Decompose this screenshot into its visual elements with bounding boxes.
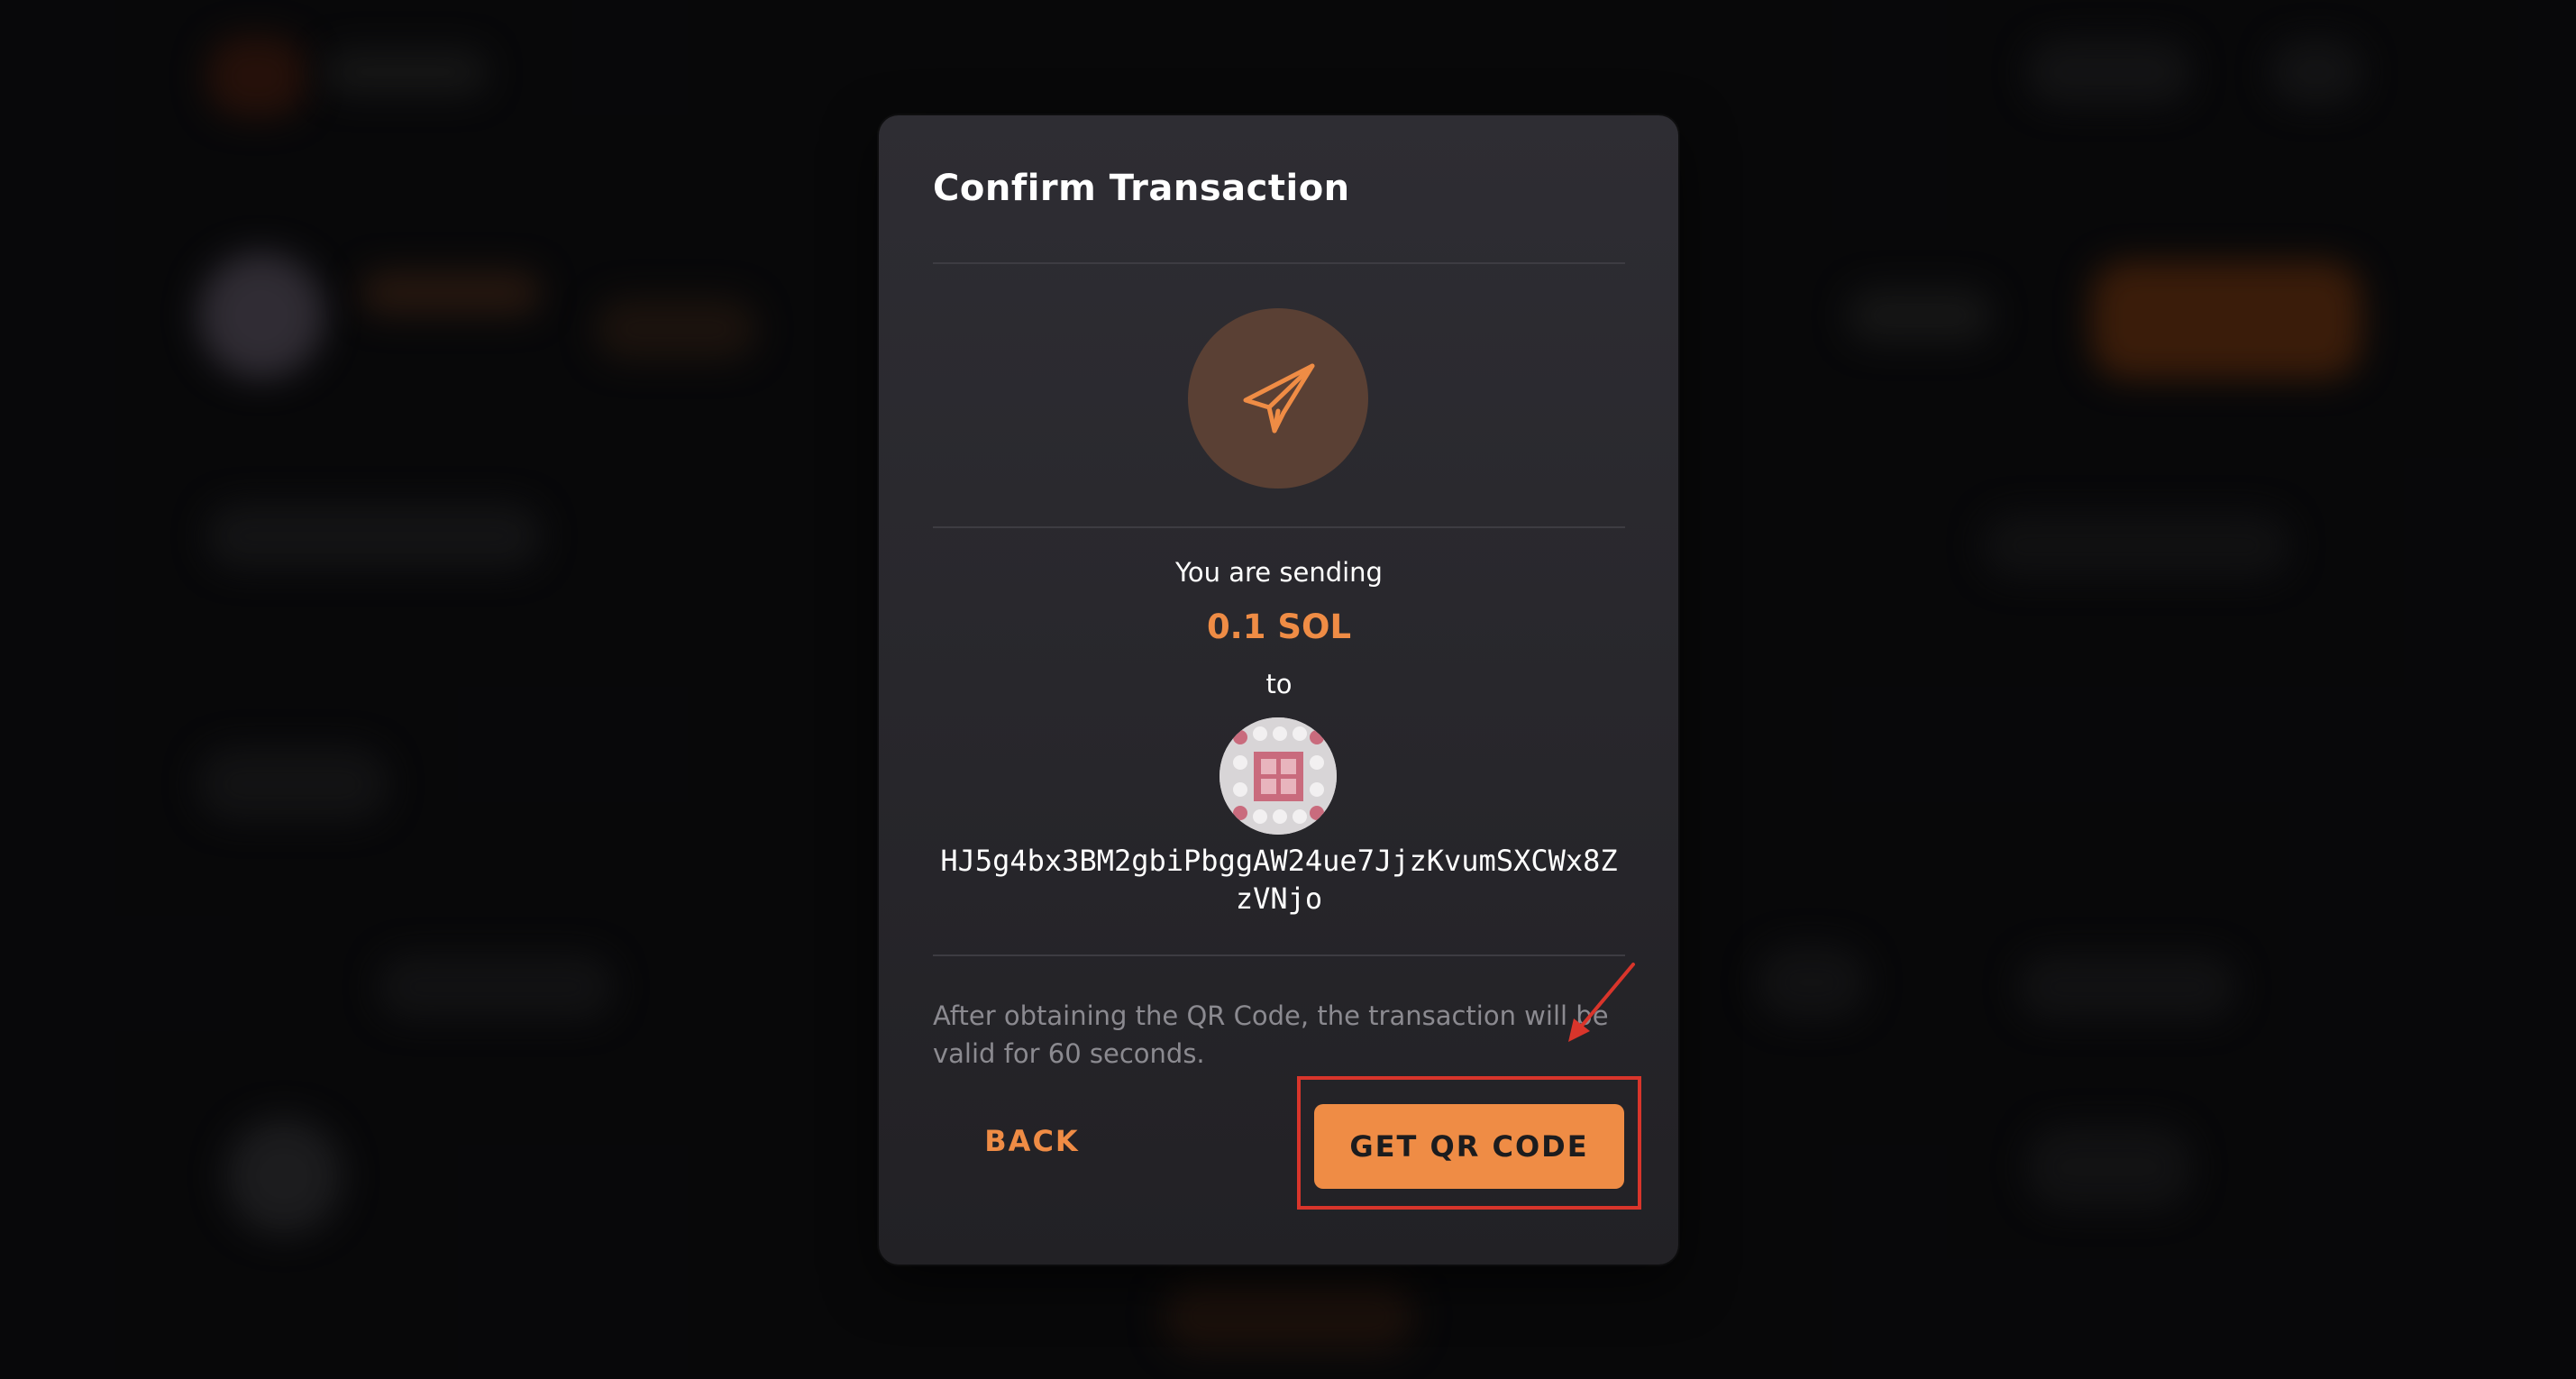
get-qr-code-button[interactable]: GET QR CODE <box>1314 1104 1624 1189</box>
divider <box>933 262 1625 264</box>
confirm-transaction-dialog: Confirm Transaction You are sending 0.1 … <box>879 115 1678 1265</box>
sending-label: You are sending <box>1175 557 1383 588</box>
divider <box>933 954 1625 956</box>
transaction-amount: 0.1 SOL <box>1206 607 1352 646</box>
dialog-title: Confirm Transaction <box>933 168 1350 209</box>
back-button[interactable]: BACK <box>933 1098 1131 1184</box>
annotation-arrow-icon <box>1568 963 1635 1042</box>
paper-plane-icon <box>1188 308 1368 489</box>
validity-note: After obtaining the QR Code, the transac… <box>933 1000 1609 1069</box>
recipient-avatar <box>1219 717 1337 835</box>
to-label: to <box>1265 669 1293 699</box>
divider <box>933 526 1625 528</box>
recipient-address: HJ5g4bx3BM2gbiPbggAW24ue7JjzKvumSXCWx8Zz… <box>940 844 1618 916</box>
